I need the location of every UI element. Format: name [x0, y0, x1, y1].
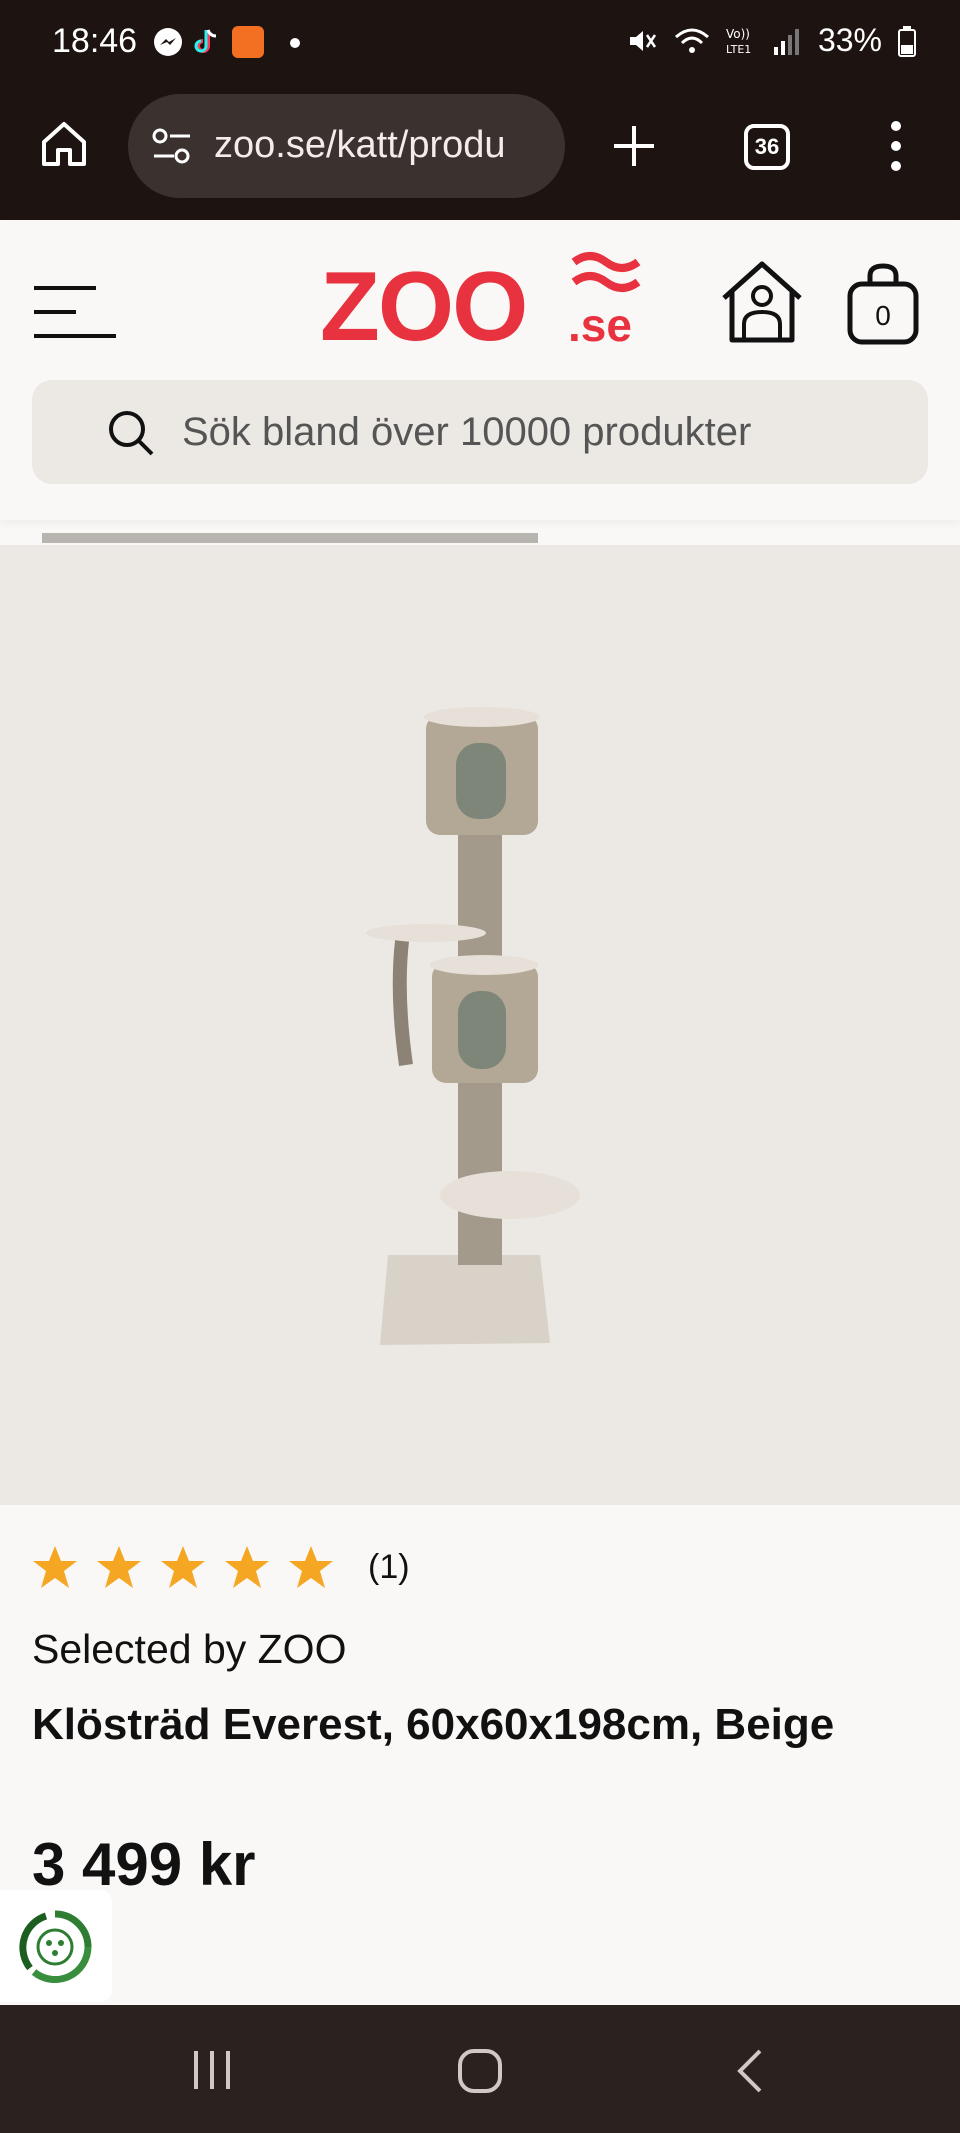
battery-percent: 33%	[817, 22, 882, 58]
logo-waves-icon	[571, 252, 641, 292]
more-menu-icon[interactable]	[878, 118, 914, 174]
review-count[interactable]: (1)	[368, 1548, 410, 1587]
account-house-icon[interactable]	[718, 258, 806, 346]
star-icon	[225, 1546, 269, 1588]
cart-count: 0	[875, 300, 891, 331]
hamburger-menu-icon[interactable]	[32, 282, 118, 342]
svg-text:LTE1: LTE1	[726, 43, 751, 56]
eco-badge[interactable]	[0, 1890, 112, 2002]
status-bar: 18:46 Vo)) LTE1 33%	[0, 0, 960, 88]
status-right: Vo)) LTE1 33%	[626, 22, 916, 59]
home-icon[interactable]	[38, 118, 90, 170]
status-time: 18:46	[52, 22, 138, 60]
search-icon	[109, 411, 154, 456]
notification-dot-icon	[290, 38, 300, 48]
mute-icon	[629, 30, 656, 51]
tiktok-icon	[194, 29, 217, 53]
product-title: Klösträd Everest, 60x60x198cm, Beige	[32, 1700, 835, 1749]
new-tab-icon[interactable]	[610, 122, 658, 170]
site-header: ZOO .se 0 Sök bland över 10000 produkter	[0, 222, 960, 520]
back-icon[interactable]	[732, 2047, 768, 2095]
temu-icon	[232, 26, 264, 58]
browser-toolbar: zoo.se/katt/produ 36	[0, 88, 960, 220]
zoo-logo[interactable]: ZOO .se	[320, 250, 641, 361]
recycle-icon	[19, 1910, 92, 1984]
signal-icon	[773, 28, 799, 55]
site-settings-icon[interactable]	[150, 126, 194, 166]
product-price: 3 499 kr	[32, 1831, 256, 1898]
star-icon	[97, 1546, 141, 1588]
star-icon	[289, 1546, 333, 1588]
cat-tree-image	[366, 707, 580, 1345]
svg-text:Vo)): Vo))	[726, 27, 750, 41]
search-input[interactable]: Sök bland över 10000 produkter	[32, 380, 928, 484]
home-button-icon[interactable]	[456, 2047, 504, 2095]
recent-apps-icon[interactable]	[190, 2049, 234, 2091]
star-icon	[33, 1546, 77, 1588]
url-text[interactable]: zoo.se/katt/produ	[214, 124, 544, 167]
image-carousel-indicator	[42, 533, 538, 543]
battery-icon	[898, 25, 916, 57]
address-bar[interactable]: zoo.se/katt/produ	[128, 94, 565, 198]
product-rating[interactable]: (1)	[32, 1544, 410, 1590]
volte-icon: Vo)) LTE1	[726, 27, 751, 56]
product-brand: Selected by ZOO	[32, 1626, 347, 1672]
search-placeholder: Sök bland över 10000 produkter	[182, 410, 752, 454]
tab-switcher-button[interactable]: 36	[744, 124, 790, 170]
cart-button[interactable]: 0	[846, 262, 920, 346]
messenger-icon	[154, 28, 182, 56]
product-image[interactable]	[0, 545, 960, 2016]
star-icon	[161, 1546, 205, 1588]
system-nav-bar	[0, 2005, 960, 2133]
logo-text: ZOO	[320, 251, 528, 361]
logo-suffix: .se	[568, 299, 632, 351]
wifi-icon	[674, 28, 709, 53]
